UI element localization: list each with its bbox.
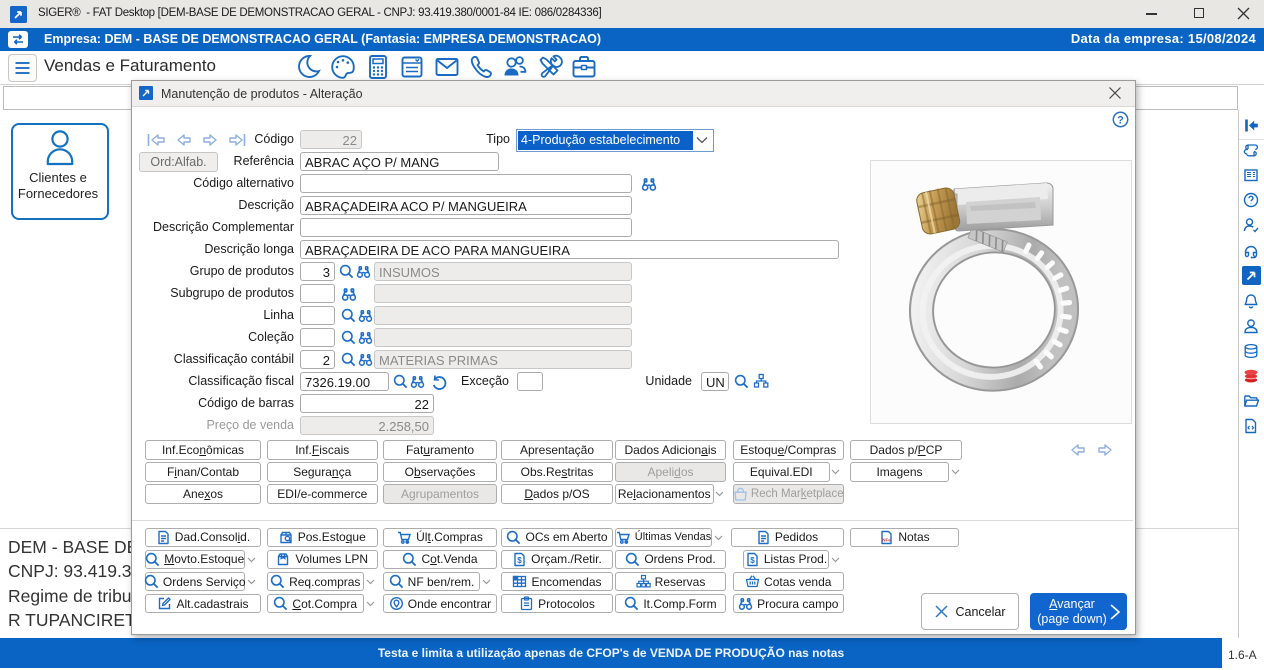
svg-text:?: ? [1117,114,1124,126]
